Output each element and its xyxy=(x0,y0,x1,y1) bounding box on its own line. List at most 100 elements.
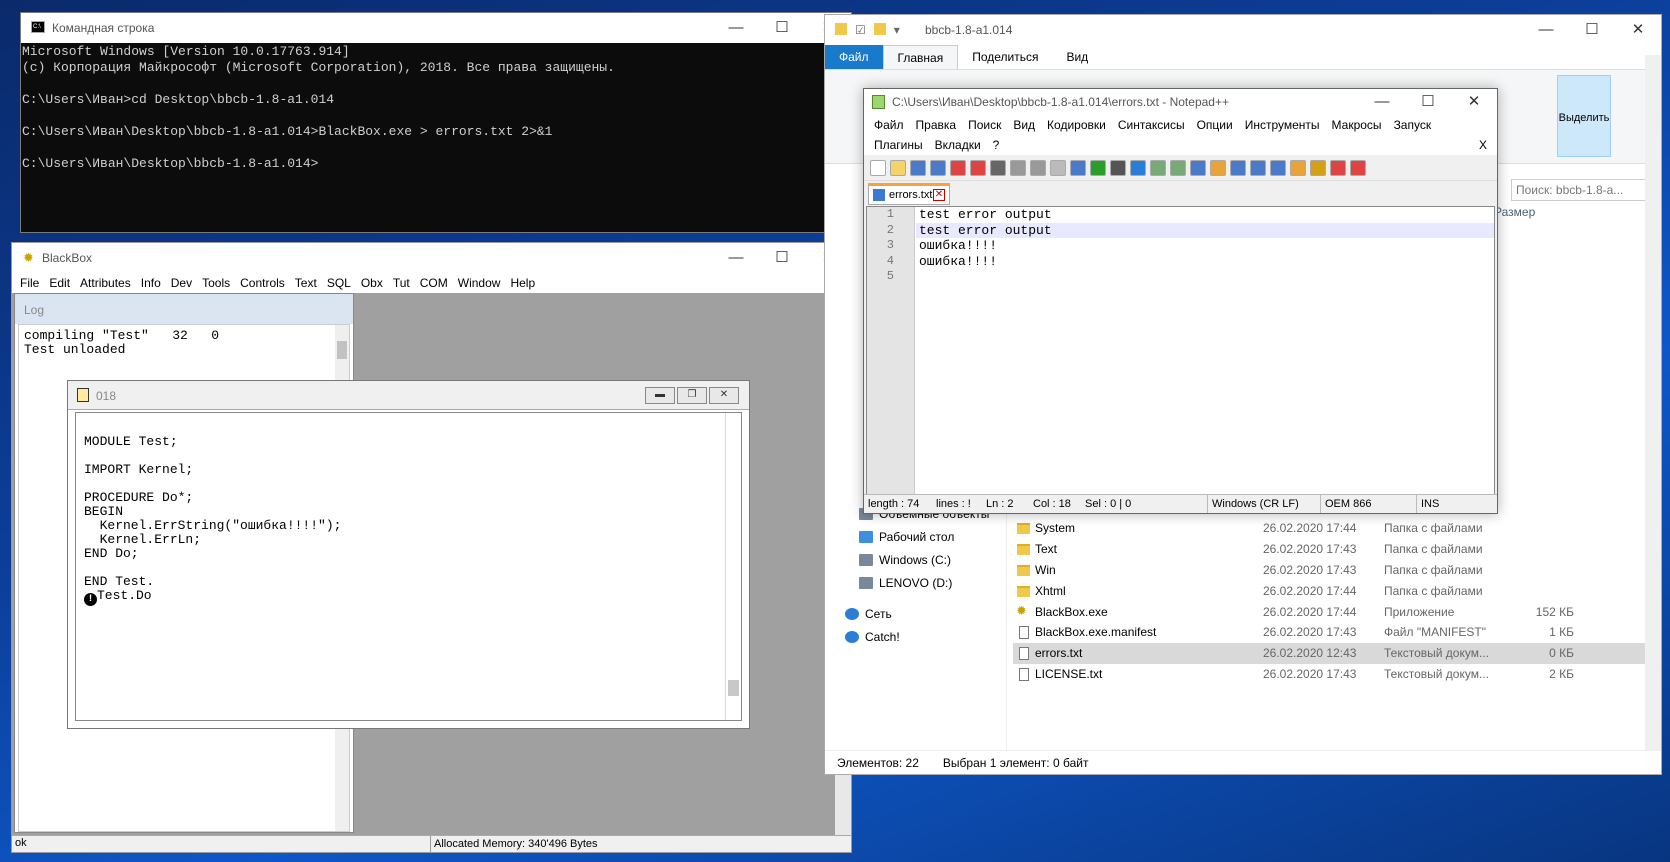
tab-file[interactable]: Файл xyxy=(825,45,883,69)
menu-tools[interactable]: Tools xyxy=(197,273,235,293)
nav-item[interactable]: LENOVO (D:) xyxy=(845,572,1015,595)
menu-item[interactable]: Кодировки xyxy=(1041,115,1112,135)
menu-window[interactable]: Window xyxy=(453,273,506,293)
blackbox-window[interactable]: ✹ BlackBox — ☐ ✕ FileEditAttributesInfoD… xyxy=(11,242,852,853)
menu-item[interactable]: Запуск xyxy=(1388,115,1438,135)
maximize-button[interactable]: ☐ xyxy=(1405,89,1451,115)
file-row[interactable]: Win 26.02.2020 17:43 Папка с файлами xyxy=(1013,560,1655,581)
menu-file[interactable]: File xyxy=(15,273,44,293)
file-row[interactable]: System 26.02.2020 17:44 Папка с файлами xyxy=(1013,518,1655,539)
maximize-button[interactable]: ☐ xyxy=(1569,15,1615,45)
module-scrollbar[interactable] xyxy=(725,413,741,720)
toolbar-icon[interactable] xyxy=(870,159,886,176)
file-row[interactable]: Text 26.02.2020 17:43 Папка с файлами xyxy=(1013,539,1655,560)
file-row[interactable]: LICENSE.txt 26.02.2020 17:43 Текстовый док… xyxy=(1013,664,1655,685)
module-window[interactable]: 018 ▬ ❐ ✕ MODULE Test; IMPORT Kernel; PR… xyxy=(67,380,750,729)
module-restore-button[interactable]: ❐ xyxy=(677,387,707,404)
dropdown-icon[interactable]: ▾ xyxy=(894,23,900,37)
menu-info[interactable]: Info xyxy=(136,273,166,293)
toolbar-icon[interactable] xyxy=(1130,159,1146,176)
toolbar-icon[interactable] xyxy=(1270,159,1286,176)
menu-item[interactable]: Поиск xyxy=(962,115,1007,135)
explorer-titlebar[interactable]: ☑ ▾ bbcb-1.8-a1.014 — ☐ ✕ xyxy=(825,15,1661,45)
toolbar-icon[interactable] xyxy=(890,159,906,176)
file-row[interactable]: errors.txt 26.02.2020 12:43 Текстовый доку… xyxy=(1013,642,1655,664)
toolbar-icon[interactable] xyxy=(1030,159,1046,176)
text-editor[interactable]: 12345 test error output test error output… xyxy=(866,206,1495,496)
toolbar-icon[interactable] xyxy=(990,159,1006,176)
minimize-button[interactable]: — xyxy=(1359,89,1405,115)
minimize-button[interactable]: — xyxy=(713,13,759,43)
maximize-button[interactable]: ☐ xyxy=(759,243,805,273)
close-button[interactable]: ✕ xyxy=(1615,15,1661,45)
module-titlebar[interactable]: 018 ▬ ❐ ✕ xyxy=(68,381,749,410)
toolbar-icon[interactable] xyxy=(970,159,986,176)
toolbar-icon[interactable] xyxy=(1190,159,1206,176)
nav-item[interactable]: Сеть xyxy=(845,603,1015,626)
menu-item[interactable]: Вид xyxy=(1007,115,1041,135)
menu-sql[interactable]: SQL xyxy=(322,273,356,293)
toolbar-icon[interactable] xyxy=(1050,159,1066,176)
toolbar-icon[interactable] xyxy=(1310,159,1326,176)
menu-item[interactable]: Инструменты xyxy=(1239,115,1326,135)
error-marker-icon[interactable]: ! xyxy=(84,593,97,606)
folder-icon[interactable] xyxy=(873,23,886,35)
file-row[interactable]: BlackBox.exe.manifest 26.02.2020 17:43 Фай… xyxy=(1013,622,1655,643)
toolbar-icon[interactable] xyxy=(1170,159,1186,176)
toolbar-icon[interactable] xyxy=(1290,159,1306,176)
menu-help[interactable]: Help xyxy=(505,273,540,293)
toolbar-icon[interactable] xyxy=(1110,159,1126,176)
notepadpp-window[interactable]: C:\Users\Иван\Desktop\bbcb-1.8-a1.014\er… xyxy=(863,88,1498,514)
maximize-button[interactable]: ☐ xyxy=(759,13,805,43)
menu-obx[interactable]: Obx xyxy=(356,273,388,293)
editor-line[interactable]: ошибка!!!! xyxy=(916,238,1494,254)
checkmark-icon[interactable]: ☑ xyxy=(855,23,866,37)
menu-text[interactable]: Text xyxy=(290,273,322,293)
module-minimize-button[interactable]: ▬ xyxy=(645,387,675,404)
cmd-window[interactable]: C:\ Командная строка — ☐ ✕ Microsoft Win… xyxy=(20,12,852,233)
command-link[interactable]: Test.Do xyxy=(97,588,152,603)
menu-item[interactable]: Правка xyxy=(910,115,963,135)
menu-edit[interactable]: Edit xyxy=(44,273,75,293)
module-close-button[interactable]: ✕ xyxy=(709,387,739,404)
menu-tut[interactable]: Tut xyxy=(388,273,415,293)
search-input[interactable]: Поиск: bbcb-1.8-a... xyxy=(1511,179,1651,201)
menu-item[interactable]: Плагины xyxy=(868,135,929,155)
file-row[interactable]: ✹ BlackBox.exe 26.02.2020 17:44 Приложение 1… xyxy=(1013,601,1655,622)
editor-line[interactable] xyxy=(916,269,1494,285)
cmd-console-output[interactable]: Microsoft Windows [Version 10.0.17763.91… xyxy=(21,43,851,173)
toolbar-icon[interactable] xyxy=(1090,159,1106,176)
menu-item[interactable]: Макросы xyxy=(1326,115,1388,135)
minimize-button[interactable]: — xyxy=(713,243,759,273)
nav-item[interactable]: Windows (C:) xyxy=(845,549,1015,572)
menu-attributes[interactable]: Attributes xyxy=(75,273,136,293)
menu-controls[interactable]: Controls xyxy=(235,273,290,293)
toolbar-icon[interactable] xyxy=(1250,159,1266,176)
toolbar-icon[interactable] xyxy=(950,159,966,176)
toolbar-icon[interactable] xyxy=(1330,159,1346,176)
menu-item[interactable]: Опции xyxy=(1191,115,1239,135)
toolbar-icon[interactable] xyxy=(1150,159,1166,176)
tab-view[interactable]: Вид xyxy=(1052,45,1102,69)
menu-item[interactable]: Файл xyxy=(868,115,910,135)
tab-errors-txt[interactable]: errors.txt ✕ xyxy=(868,183,950,205)
explorer-scrollbar[interactable] xyxy=(1645,55,1661,750)
log-text[interactable]: compiling "Test" 32 0 Test unloaded xyxy=(19,325,349,361)
nav-item[interactable]: Рабочий стол xyxy=(845,526,1015,549)
close-doc-icon[interactable]: X xyxy=(1473,135,1493,155)
menu-item[interactable]: ? xyxy=(987,135,1006,155)
column-size[interactable]: Размер xyxy=(1494,205,1535,219)
menu-dev[interactable]: Dev xyxy=(166,273,197,293)
cmd-titlebar[interactable]: C:\ Командная строка — ☐ ✕ xyxy=(21,13,851,43)
select-button[interactable]: Выделить xyxy=(1557,75,1611,157)
nav-item[interactable]: Catch! xyxy=(845,626,1015,649)
editor-line[interactable]: ошибка!!!! xyxy=(916,254,1494,270)
tab-share[interactable]: Поделиться xyxy=(958,45,1052,69)
menu-item[interactable]: Синтаксисы xyxy=(1112,115,1191,135)
toolbar-icon[interactable] xyxy=(930,159,946,176)
editor-line[interactable]: test error output xyxy=(916,207,1494,223)
toolbar-icon[interactable] xyxy=(1010,159,1026,176)
file-row[interactable]: Xhtml 26.02.2020 17:44 Папка с файлами xyxy=(1013,580,1655,601)
editor-lines[interactable]: test error output test error output ошибка… xyxy=(916,207,1494,285)
blackbox-titlebar[interactable]: ✹ BlackBox — ☐ ✕ xyxy=(12,243,851,273)
